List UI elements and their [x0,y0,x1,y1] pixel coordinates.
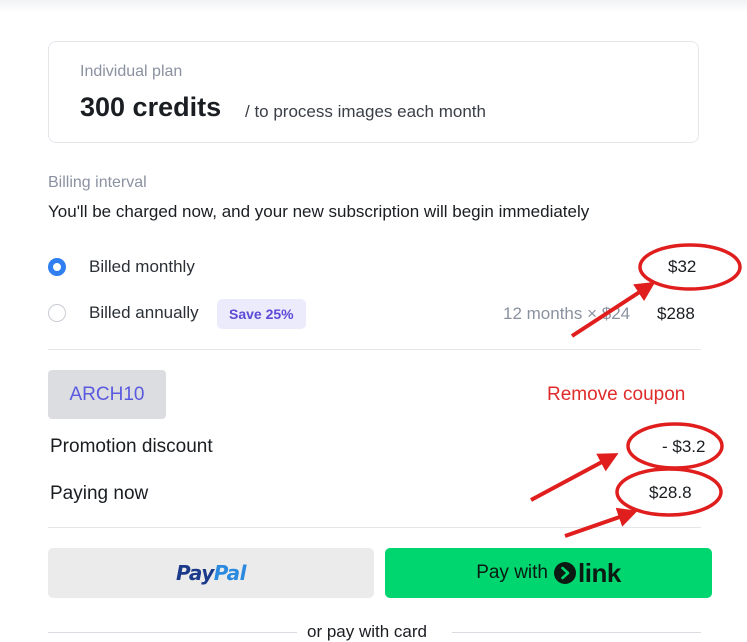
annual-price-detail: 12 months × $24 [503,304,631,323]
coupon-code-chip: ARCH10 [48,370,166,419]
promotion-discount-label: Promotion discount [50,436,213,457]
plan-name: Individual plan [80,63,183,80]
plan-description: / to process images each month [245,102,486,121]
pay-with-link-button[interactable]: Pay with link [385,548,712,598]
paying-now-label: Paying now [50,483,149,504]
remove-coupon-link[interactable]: Remove coupon [547,384,685,406]
paypal-logo-part2: Pal [213,561,247,585]
plan-credits: 300 credits [80,92,222,122]
promotion-discount-value: - $3.2 [662,437,706,456]
link-arrow-icon [554,562,576,584]
radio-billed-annually[interactable] [48,304,66,322]
billing-interval-title: Billing interval [48,174,147,191]
plan-card: Individual plan 300 credits / to process… [48,41,699,143]
annotation-arrow-paying-now [564,507,638,538]
save-badge: Save 25% [217,299,306,329]
annual-price: $288 [657,304,695,323]
paypal-button[interactable]: PayPal [48,548,374,598]
divider [48,349,701,350]
or-divider-left [48,632,297,633]
or-divider-right [452,632,701,633]
billing-interval-description: You'll be charged now, and your new subs… [48,202,590,221]
top-shadow [0,0,747,12]
billed-monthly-label[interactable]: Billed monthly [89,257,195,277]
annotation-arrow-discount [530,453,619,502]
paypal-logo-part1: Pay [175,561,214,585]
pay-with-label: Pay with [476,562,548,583]
link-brand-word: link [578,557,621,588]
divider [48,527,701,528]
monthly-price: $32 [668,257,697,276]
billed-annually-label[interactable]: Billed annually [89,303,199,323]
paying-now-value: $28.8 [649,483,692,502]
or-pay-with-card-text: or pay with card [307,622,427,641]
radio-billed-monthly[interactable] [48,258,66,276]
